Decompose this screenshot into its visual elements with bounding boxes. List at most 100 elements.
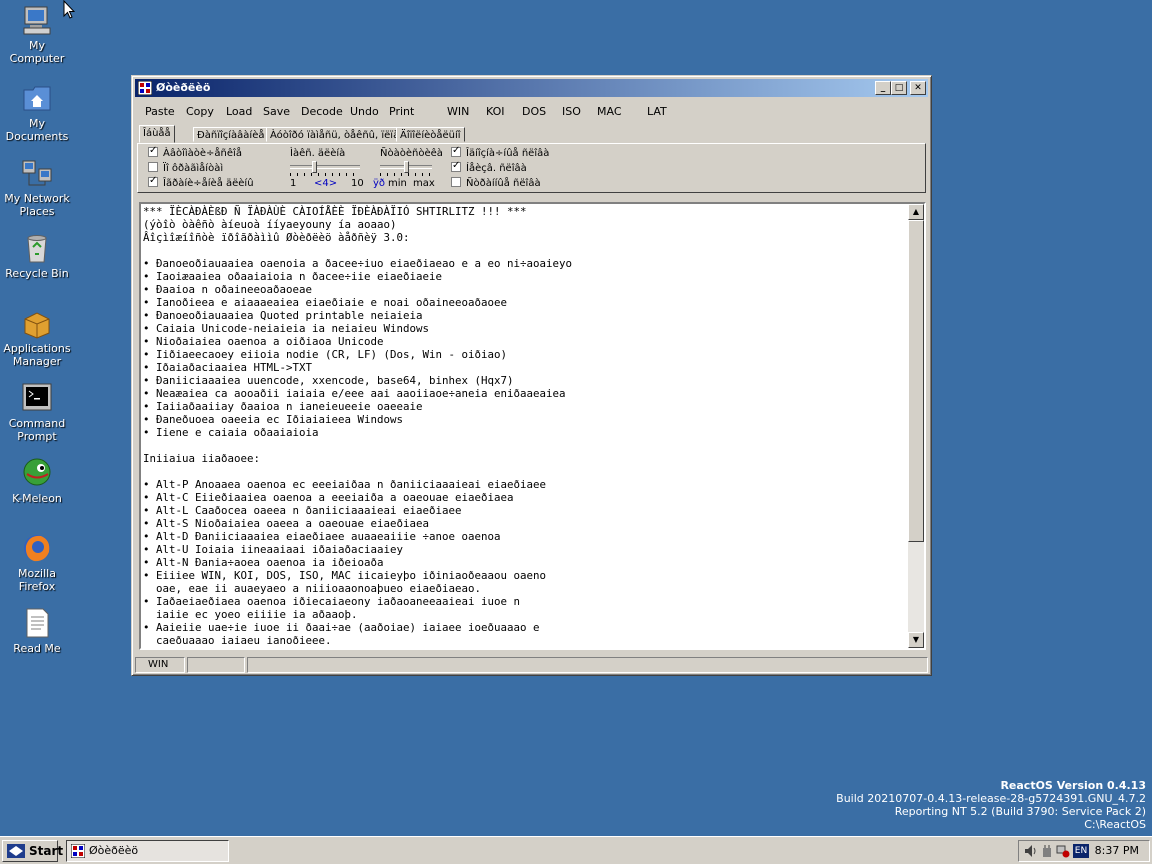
slider-thumb[interactable] bbox=[404, 161, 409, 173]
network-status-icon[interactable] bbox=[1056, 844, 1070, 858]
encoding-koi-button[interactable]: KOI bbox=[486, 105, 505, 118]
menu-paste[interactable]: Paste bbox=[145, 105, 175, 118]
statistics-max-label: max bbox=[413, 178, 435, 189]
maximize-button[interactable]: □ bbox=[891, 81, 907, 95]
version-info: ReactOS Version 0.4.13 Build 20210707-0.… bbox=[836, 779, 1146, 831]
checkbox-label: Àâòîìàòè÷åñêîå bbox=[163, 148, 242, 159]
tab-general[interactable]: Îáùåå bbox=[139, 125, 175, 143]
version-path: C:\ReactOS bbox=[1084, 818, 1146, 831]
encoding-win-button[interactable]: WIN bbox=[447, 105, 469, 118]
document-icon bbox=[21, 607, 53, 639]
desktop-icon-mozilla-firefox[interactable]: Mozilla Firefox bbox=[2, 532, 72, 593]
statistics-label: Ñòàòèñòèêà bbox=[380, 148, 443, 159]
max-length-label: Ìàêñ. äëèíà bbox=[290, 148, 346, 159]
network-icon bbox=[21, 157, 53, 189]
fragments-checkbox[interactable]: Ïî ôðàãìåíòàì bbox=[148, 162, 224, 174]
start-logo-icon bbox=[7, 844, 25, 858]
taskbar: Start Øòèðëèö EN 8:37 PM bbox=[0, 836, 1152, 864]
desktop-icon-my-network-places[interactable]: My Network Places bbox=[2, 157, 72, 218]
desktop-icon-k-meleon[interactable]: K-Meleon bbox=[2, 457, 72, 505]
checkbox-box bbox=[451, 160, 461, 172]
tab-recognition[interactable]: Ðàñïîçíàâàíèå bbox=[193, 127, 269, 142]
start-label: Start bbox=[29, 844, 64, 858]
maximize-icon: □ bbox=[894, 83, 904, 93]
checkbox-label: Íåèçâ. ñëîâà bbox=[466, 163, 527, 174]
desktop-icon-label: Mozilla Firefox bbox=[18, 567, 56, 593]
kmeleon-icon bbox=[21, 457, 53, 489]
desktop-icon-command-prompt[interactable]: Command Prompt bbox=[2, 382, 72, 443]
scroll-thumb[interactable] bbox=[908, 220, 924, 542]
menu-undo[interactable]: Undo bbox=[350, 105, 379, 118]
status-panel-2 bbox=[187, 657, 245, 673]
desktop-icon-label: My Computer bbox=[9, 39, 65, 65]
desktop-icon-label: K-Meleon bbox=[12, 492, 62, 505]
statistics-prefix-label: ÿð bbox=[373, 178, 386, 189]
scroll-up-button[interactable]: ▲ bbox=[908, 204, 924, 220]
checkbox-box bbox=[148, 162, 158, 172]
minimize-button[interactable]: _ bbox=[875, 81, 891, 95]
language-indicator[interactable]: EN bbox=[1073, 844, 1089, 858]
encoding-mac-button[interactable]: MAC bbox=[597, 105, 622, 118]
desktop-icon-my-documents[interactable]: My Documents bbox=[2, 82, 72, 143]
slider-ticks bbox=[380, 173, 432, 176]
options-panel: Àâòîìàòè÷åñêîå Ïî ôðàãìåíòàì Îãðàíè÷åíèå… bbox=[137, 143, 926, 193]
checkbox-label: Ïî ôðàãìåíòàì bbox=[163, 163, 224, 174]
desktop-icon-label: Command Prompt bbox=[8, 417, 66, 443]
desktop-icon-label: Read Me bbox=[13, 642, 61, 655]
slider-max-label: 10 bbox=[351, 178, 364, 189]
encoding-dos-button[interactable]: DOS bbox=[522, 105, 546, 118]
strange-words-checkbox[interactable]: Ñòðàííûå ñëîâà bbox=[451, 177, 541, 189]
unambiguous-words-checkbox[interactable]: Îäíîçíà÷íûå ñëîâà bbox=[451, 145, 549, 159]
tab-memory-texts[interactable]: Àóòîðó ïàìåñü, òåêñû, ïëïà bbox=[266, 127, 404, 142]
slider-thumb[interactable] bbox=[312, 161, 317, 173]
encoding-iso-button[interactable]: ISO bbox=[562, 105, 581, 118]
package-icon bbox=[21, 307, 53, 339]
shtirlitz-window: Øòèðëèö _ □ ✕ Paste Copy Load Save Decod… bbox=[131, 75, 932, 676]
unknown-words-checkbox[interactable]: Íåèçâ. ñëîâà bbox=[451, 160, 527, 174]
volume-icon[interactable] bbox=[1023, 844, 1039, 858]
version-title: ReactOS Version 0.4.13 bbox=[1000, 779, 1146, 792]
title-bar[interactable]: Øòèðëèö _ □ ✕ bbox=[135, 79, 928, 97]
scroll-down-button[interactable]: ▼ bbox=[908, 632, 924, 648]
app-icon bbox=[71, 844, 85, 858]
console-icon bbox=[21, 382, 53, 414]
auto-checkbox[interactable]: Àâòîìàòè÷åñêîå bbox=[148, 145, 242, 159]
menu-save[interactable]: Save bbox=[263, 105, 290, 118]
safely-remove-icon[interactable] bbox=[1041, 844, 1053, 858]
desktop-icon-label: Recycle Bin bbox=[5, 267, 69, 280]
arrow-up-icon: ▲ bbox=[912, 207, 920, 216]
desktop-icon-label: My Documents bbox=[5, 117, 69, 143]
text-editor[interactable]: *** ÏÈCÀÐÀÈßÐ Ñ ÏÀÐÀÙÈ CÀIOÍÅÈÈ ÏÐÈÀÐÀÏI… bbox=[139, 202, 926, 650]
taskbar-window-button[interactable]: Øòèðëèö bbox=[66, 840, 229, 862]
statistics-slider[interactable] bbox=[380, 161, 432, 176]
checkbox-box bbox=[148, 145, 158, 157]
vertical-scrollbar[interactable]: ▲ ▼ bbox=[908, 204, 924, 648]
app-icon bbox=[138, 81, 152, 95]
documents-folder-icon bbox=[21, 82, 53, 114]
checkbox-label: Îãðàíè÷åíèå äëèíû bbox=[163, 178, 254, 189]
desktop-icon-my-computer[interactable]: My Computer bbox=[2, 4, 72, 65]
version-build: Build 20210707-0.4.13-release-28-g572439… bbox=[836, 792, 1146, 805]
menu-copy[interactable]: Copy bbox=[186, 105, 214, 118]
firefox-icon bbox=[21, 532, 53, 564]
desktop-icon-applications-manager[interactable]: Applications Manager bbox=[2, 307, 72, 368]
max-length-slider[interactable] bbox=[290, 161, 360, 176]
computer-icon bbox=[21, 4, 53, 36]
close-button[interactable]: ✕ bbox=[910, 81, 926, 95]
length-limit-checkbox[interactable]: Îãðàíè÷åíèå äëèíû bbox=[148, 175, 254, 189]
menu-decode[interactable]: Decode bbox=[301, 105, 343, 118]
menu-print[interactable]: Print bbox=[389, 105, 414, 118]
editor-text: *** ÏÈCÀÐÀÈßÐ Ñ ÏÀÐÀÙÈ CÀIOÍÅÈÈ ÏÐÈÀÐÀÏI… bbox=[143, 205, 573, 648]
slider-min-label: 1 bbox=[290, 178, 297, 189]
desktop-icon-recycle-bin[interactable]: Recycle Bin bbox=[2, 232, 72, 280]
clock[interactable]: 8:37 PM bbox=[1095, 841, 1139, 861]
start-button[interactable]: Start bbox=[2, 840, 63, 862]
menu-load[interactable]: Load bbox=[226, 105, 252, 118]
version-reporting: Reporting NT 5.2 (Build 3790: Service Pa… bbox=[894, 805, 1146, 818]
encoding-lat-button[interactable]: LAT bbox=[647, 105, 667, 118]
status-panel-3 bbox=[247, 657, 928, 673]
tab-additional[interactable]: Äîïîëíèòåëüíî bbox=[396, 127, 465, 142]
desktop-icon-read-me[interactable]: Read Me bbox=[2, 607, 72, 655]
taskbar-window-label: Øòèðëèö bbox=[89, 844, 139, 857]
checkbox-box bbox=[148, 175, 158, 187]
